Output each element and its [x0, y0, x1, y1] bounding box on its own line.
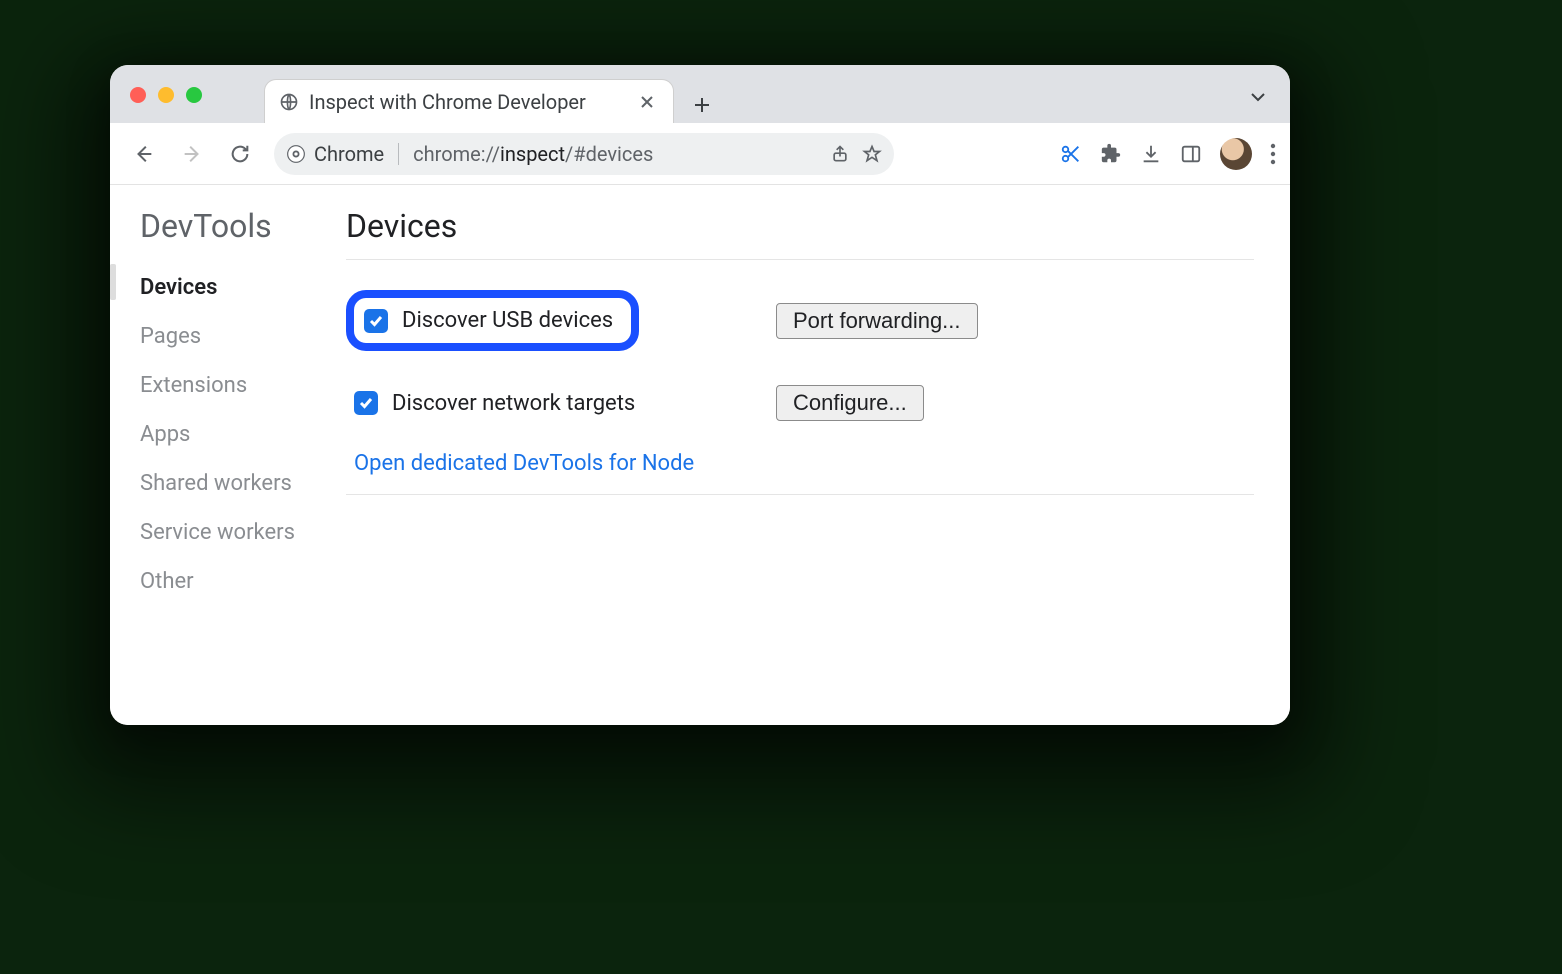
- checkbox-discover-network[interactable]: [354, 391, 378, 415]
- reload-button[interactable]: [220, 134, 260, 174]
- discover-network-label: Discover network targets: [392, 391, 635, 416]
- omnibox-actions: [830, 144, 882, 164]
- share-icon[interactable]: [830, 144, 850, 164]
- row-discover-usb: Discover USB devices Port forwarding...: [346, 282, 1254, 377]
- discover-usb-label: Discover USB devices: [402, 308, 613, 333]
- scissors-icon[interactable]: [1060, 143, 1082, 165]
- globe-icon: [279, 92, 299, 112]
- chrome-chip: Chrome: [286, 142, 384, 166]
- sidebar-title: DevTools: [140, 207, 336, 245]
- forward-button[interactable]: [172, 134, 212, 174]
- chrome-chip-label: Chrome: [314, 142, 384, 166]
- row-discover-network: Discover network targets Configure...: [346, 377, 1254, 447]
- address-bar[interactable]: Chrome chrome://inspect/#devices: [274, 133, 894, 175]
- nav-apps[interactable]: Apps: [140, 410, 336, 459]
- discover-usb-highlight: Discover USB devices: [346, 290, 639, 351]
- main-panel: Devices Discover USB devices Port forwar…: [346, 185, 1290, 725]
- divider: [346, 259, 1254, 260]
- new-tab-button[interactable]: [692, 95, 722, 115]
- port-forwarding-button[interactable]: Port forwarding...: [776, 303, 978, 339]
- toolbar-actions: [1060, 138, 1276, 170]
- tab-title: Inspect with Chrome Developer: [309, 90, 625, 114]
- nav-shared-workers[interactable]: Shared workers: [140, 459, 336, 508]
- minimize-window-button[interactable]: [158, 87, 174, 103]
- page-content: DevTools Devices Pages Extensions Apps S…: [110, 185, 1290, 725]
- open-node-devtools-link[interactable]: Open dedicated DevTools for Node: [346, 447, 694, 494]
- sidebar: DevTools Devices Pages Extensions Apps S…: [116, 185, 346, 725]
- divider: [346, 494, 1254, 495]
- chrome-icon: [286, 144, 306, 164]
- nav-devices[interactable]: Devices: [140, 263, 336, 312]
- tabs-menu-button[interactable]: [1248, 87, 1268, 107]
- browser-window: Inspect with Chrome Developer Chrome: [110, 65, 1290, 725]
- tab-strip: Inspect with Chrome Developer: [110, 65, 1290, 123]
- menu-icon[interactable]: [1270, 143, 1276, 165]
- configure-button[interactable]: Configure...: [776, 385, 924, 421]
- close-tab-icon[interactable]: [635, 94, 659, 110]
- main-heading: Devices: [346, 207, 1254, 259]
- maximize-window-button[interactable]: [186, 87, 202, 103]
- bookmark-icon[interactable]: [862, 144, 882, 164]
- nav-service-workers[interactable]: Service workers: [140, 508, 336, 557]
- window-controls: [130, 87, 202, 103]
- back-button[interactable]: [124, 134, 164, 174]
- toolbar: Chrome chrome://inspect/#devices: [110, 123, 1290, 185]
- url-text: chrome://inspect/#devices: [413, 142, 822, 166]
- omnibox-divider: [398, 143, 399, 165]
- browser-tab[interactable]: Inspect with Chrome Developer: [264, 79, 674, 123]
- checkbox-discover-usb[interactable]: [364, 309, 388, 333]
- downloads-icon[interactable]: [1140, 143, 1162, 165]
- extensions-icon[interactable]: [1100, 143, 1122, 165]
- close-window-button[interactable]: [130, 87, 146, 103]
- nav-extensions[interactable]: Extensions: [140, 361, 336, 410]
- nav-other[interactable]: Other: [140, 557, 336, 606]
- side-panel-icon[interactable]: [1180, 143, 1202, 165]
- nav-pages[interactable]: Pages: [140, 312, 336, 361]
- profile-avatar[interactable]: [1220, 138, 1252, 170]
